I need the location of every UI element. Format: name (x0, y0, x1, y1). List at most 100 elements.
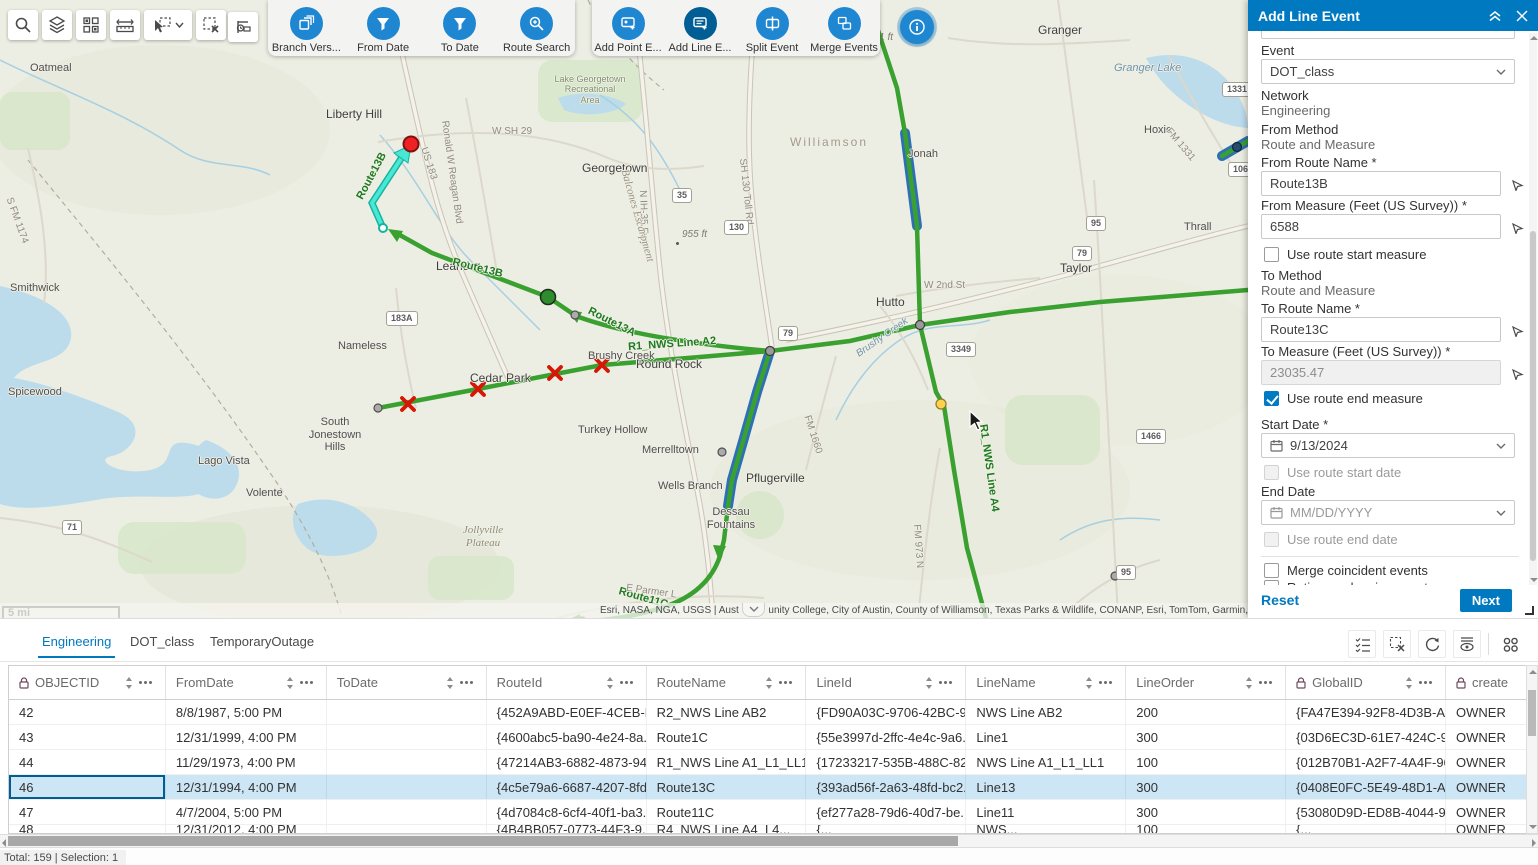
scrollbar-thumb[interactable] (1530, 231, 1536, 561)
place-label: Lago Vista (198, 455, 250, 468)
column-header-lineid[interactable]: LineId (806, 666, 966, 699)
pick-from-measure-on-map-button[interactable] (1508, 218, 1526, 236)
panel-scrollbar[interactable] (1529, 33, 1537, 585)
sort-icon[interactable] (287, 677, 294, 689)
column-menu-icon[interactable] (460, 681, 474, 684)
merge-coincident-events-checkbox[interactable] (1264, 563, 1279, 578)
close-icon[interactable] (1516, 10, 1528, 22)
table-horizontal-scrollbar[interactable] (0, 834, 1538, 848)
column-menu-icon[interactable] (139, 681, 153, 684)
column-header-todate[interactable]: ToDate (327, 666, 487, 699)
sort-icon[interactable] (1246, 677, 1253, 689)
column-header-routeid[interactable]: RouteId (487, 666, 647, 699)
tab-temporary-outage[interactable]: TemporaryOutage (210, 634, 314, 649)
route-search-button[interactable]: Route Search (501, 7, 573, 54)
attribution-collapse-button[interactable] (742, 603, 766, 617)
to-route-name-input[interactable]: Route13C (1261, 317, 1501, 342)
sort-icon[interactable] (766, 677, 773, 689)
table-vertical-scrollbar[interactable] (1526, 665, 1538, 834)
merge-events-icon (836, 15, 853, 32)
table-row[interactable]: 4312/31/1999, 4:00 PM{4600abc5-ba90-4e24… (9, 725, 1526, 750)
add-point-event-button[interactable]: Add Point E... (592, 7, 664, 54)
column-header-create[interactable]: create (1446, 666, 1526, 699)
from-date-button[interactable]: From Date (347, 7, 419, 54)
hide-columns-button[interactable] (1453, 630, 1481, 658)
sort-icon[interactable] (1086, 677, 1093, 689)
sort-icon[interactable] (126, 677, 133, 689)
select-tool-button[interactable] (144, 10, 192, 40)
pick-from-route-on-map-button[interactable] (1508, 175, 1526, 193)
place-label: Jonah (908, 148, 938, 161)
column-menu-icon[interactable] (939, 681, 953, 684)
column-menu-icon[interactable] (300, 681, 314, 684)
place-label: Wells Branch (658, 480, 723, 493)
scrollbar-thumb[interactable] (8, 836, 958, 846)
scroll-up-arrow[interactable] (1529, 670, 1537, 674)
search-button[interactable] (8, 10, 38, 40)
merge-events-button[interactable]: Merge Events (808, 7, 880, 54)
table-options-button[interactable] (1496, 630, 1524, 658)
branch-versions-button[interactable]: Branch Vers... (270, 7, 342, 54)
event-select[interactable]: DOT_class (1261, 59, 1515, 84)
to-date-button[interactable]: To Date (424, 7, 496, 54)
route-slider-icon (234, 18, 252, 36)
layers-button[interactable] (42, 10, 72, 40)
basemap-grid-icon (82, 16, 100, 34)
panel-resize-handle[interactable] (1525, 606, 1534, 615)
route-search-icon (528, 15, 545, 32)
from-measure-input[interactable]: 6588 (1261, 214, 1501, 239)
park-label: Lake Georgetown Recreational Area (540, 74, 640, 105)
measure-button[interactable] (110, 10, 140, 40)
from-route-name-input[interactable]: Route13B (1261, 171, 1501, 196)
column-header-routename[interactable]: RouteName (647, 666, 807, 699)
start-date-input[interactable]: 9/13/2024 (1261, 433, 1515, 458)
scroll-down-arrow[interactable] (1529, 825, 1537, 829)
route-slider-button[interactable] (228, 12, 258, 42)
end-date-input[interactable]: MM/DD/YYYY (1261, 500, 1515, 525)
column-menu-icon[interactable] (1419, 681, 1433, 684)
scroll-right-arrow[interactable] (1532, 839, 1536, 847)
column-header-globalid[interactable]: GlobalID (1286, 666, 1446, 699)
column-menu-icon[interactable] (779, 681, 793, 684)
sort-icon[interactable] (1406, 677, 1413, 689)
attribution-text: Esri, NASA, NGA, USGS | Aust (600, 605, 739, 616)
table-row[interactable]: 474/7/2004, 5:00 PM{4d7084c8-6cf4-40f1-b… (9, 800, 1526, 825)
add-point-event-icon (620, 15, 637, 32)
table-row[interactable]: 4411/29/1973, 4:00 PM{47214AB3-6882-4873… (9, 750, 1526, 775)
refresh-button[interactable] (1418, 630, 1446, 658)
clear-selection-button[interactable] (196, 10, 226, 40)
sort-icon[interactable] (926, 677, 933, 689)
column-menu-icon[interactable] (620, 681, 634, 684)
pick-to-route-on-map-button[interactable] (1508, 321, 1526, 339)
column-header-linename[interactable]: LineName (966, 666, 1126, 699)
table-row-partial[interactable]: 4812/31/2012, 4:00 PM{4B4BB057-0773-44F3… (9, 825, 1526, 833)
tab-dot-class[interactable]: DOT_class (130, 634, 194, 649)
split-event-button[interactable]: Split Event (736, 7, 808, 54)
clear-table-selection-button[interactable] (1383, 630, 1411, 658)
table-row[interactable]: 428/8/1987, 5:00 PM{452A9ABD-E0EF-4CEB-B… (9, 700, 1526, 725)
column-header-lineorder[interactable]: LineOrder (1126, 666, 1286, 699)
scroll-up-arrow[interactable] (1530, 36, 1538, 40)
tab-engineering[interactable]: Engineering (42, 634, 111, 649)
add-line-event-button[interactable]: Add Line E... (664, 7, 736, 54)
map-canvas[interactable]: Oatmeal Liberty Hill Smithwick Nameless … (0, 0, 1248, 618)
sort-icon[interactable] (607, 677, 614, 689)
column-menu-icon[interactable] (1099, 681, 1113, 684)
use-route-start-measure-checkbox[interactable] (1264, 247, 1279, 262)
info-button[interactable] (900, 10, 934, 44)
show-selected-records-button[interactable] (1348, 630, 1376, 658)
column-header-objectid[interactable]: OBJECTID (9, 666, 166, 699)
use-route-end-measure-checkbox[interactable] (1264, 391, 1279, 406)
scroll-down-arrow[interactable] (1530, 578, 1538, 582)
column-header-fromdate[interactable]: FromDate (166, 666, 327, 699)
scrollbar-thumb[interactable] (1528, 690, 1536, 736)
sort-icon[interactable] (447, 677, 454, 689)
reset-button[interactable]: Reset (1261, 592, 1299, 608)
scroll-left-arrow[interactable] (2, 839, 6, 847)
table-row-selected[interactable]: 4612/31/1994, 4:00 PM{4c5e79a6-6687-4207… (9, 775, 1526, 800)
pick-to-measure-on-map-button[interactable] (1508, 364, 1526, 382)
collapse-panel-icon[interactable] (1488, 10, 1502, 22)
next-button[interactable]: Next (1460, 589, 1512, 612)
basemap-gallery-button[interactable] (76, 10, 106, 40)
column-menu-icon[interactable] (1259, 681, 1273, 684)
